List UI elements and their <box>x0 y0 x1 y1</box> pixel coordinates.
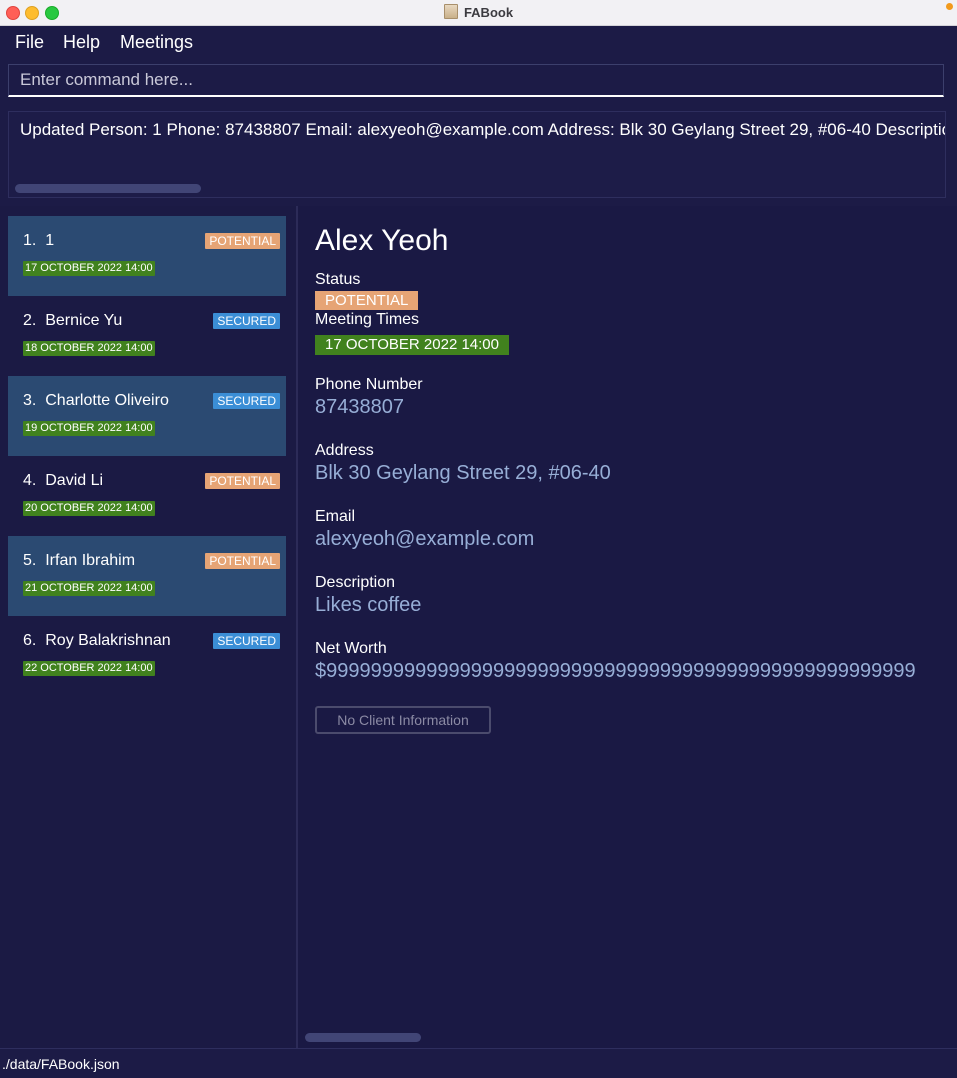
app-icon <box>443 4 458 19</box>
person-name-text: David Li <box>45 472 104 489</box>
status-bar: ./data/FABook.json <box>0 1048 957 1078</box>
recording-indicator-icon <box>946 3 953 10</box>
net-worth-value: $999999999999999999999999999999999999999… <box>315 660 916 682</box>
result-display: Updated Person: 1 Phone: 87438807 Email:… <box>8 111 946 198</box>
description-value: Likes coffee <box>315 594 422 616</box>
person-card[interactable]: 6. Roy Balakrishnan SECURED 22 OCTOBER 2… <box>8 616 286 696</box>
person-card[interactable]: 2. Bernice Yu SECURED 18 OCTOBER 2022 14… <box>8 296 286 376</box>
detail-horizontal-scrollbar[interactable] <box>305 1033 421 1042</box>
person-index: 4. <box>23 472 37 489</box>
meeting-times-label: Meeting Times <box>315 311 420 328</box>
person-name: 5. Irfan Ibrahim <box>23 552 135 570</box>
status-badge: POTENTIAL <box>205 233 280 249</box>
title-bar: FABook <box>0 0 957 26</box>
meeting-time-badge: 22 OCTOBER 2022 14:00 <box>23 661 155 676</box>
meeting-time-badge: 20 OCTOBER 2022 14:00 <box>23 501 155 516</box>
person-name: 2. Bernice Yu <box>23 312 122 330</box>
person-list-panel: 1. 1 POTENTIAL 17 OCTOBER 2022 14:00 2. … <box>0 206 298 1048</box>
person-card[interactable]: 5. Irfan Ibrahim POTENTIAL 21 OCTOBER 20… <box>8 536 286 616</box>
person-card[interactable]: 3. Charlotte Oliveiro SECURED 19 OCTOBER… <box>8 376 286 456</box>
detail-meeting-badge: 17 OCTOBER 2022 14:00 <box>315 335 509 355</box>
person-card[interactable]: 4. David Li POTENTIAL 20 OCTOBER 2022 14… <box>8 456 286 536</box>
person-index: 3. <box>23 392 37 409</box>
person-index: 2. <box>23 312 37 329</box>
meeting-time-badge: 17 OCTOBER 2022 14:00 <box>23 261 155 276</box>
person-name: 3. Charlotte Oliveiro <box>23 392 169 410</box>
person-card[interactable]: 1. 1 POTENTIAL 17 OCTOBER 2022 14:00 <box>8 216 286 296</box>
email-label: Email <box>315 508 356 525</box>
window-title: FABook <box>0 4 957 20</box>
address-value: Blk 30 Geylang Street 29, #06-40 <box>315 462 611 484</box>
status-badge: POTENTIAL <box>205 473 280 489</box>
status-badge: SECURED <box>213 633 280 649</box>
status-badge: POTENTIAL <box>205 553 280 569</box>
detail-name: Alex Yeoh <box>315 224 449 257</box>
description-label: Description <box>315 574 396 591</box>
phone-value: 87438807 <box>315 396 404 418</box>
detail-status-badge: POTENTIAL <box>315 291 419 310</box>
person-name-text: Charlotte Oliveiro <box>45 392 169 409</box>
result-text: Updated Person: 1 Phone: 87438807 Email:… <box>20 120 946 139</box>
status-badge: SECURED <box>213 313 280 329</box>
person-name: 1. 1 <box>23 232 54 250</box>
meeting-time-badge: 18 OCTOBER 2022 14:00 <box>23 341 155 356</box>
status-badge: SECURED <box>213 393 280 409</box>
data-file-path: ./data/FABook.json <box>2 1056 120 1072</box>
person-name-text: Bernice Yu <box>45 312 123 329</box>
person-name-text: Irfan Ibrahim <box>45 552 136 569</box>
window-title-text: FABook <box>463 5 514 20</box>
person-index: 6. <box>23 632 37 649</box>
person-detail-panel: Alex Yeoh Status POTENTIAL Meeting Times… <box>298 206 957 1048</box>
email-value: alexyeoh@example.com <box>315 528 535 550</box>
menu-bar: File Help Meetings <box>0 26 957 58</box>
menu-file[interactable]: File <box>15 32 44 53</box>
menu-meetings[interactable]: Meetings <box>120 32 193 53</box>
phone-label: Phone Number <box>315 376 423 393</box>
command-box <box>8 64 944 97</box>
person-name: 6. Roy Balakrishnan <box>23 632 171 650</box>
person-name-text: Roy Balakrishnan <box>45 632 171 649</box>
menu-help[interactable]: Help <box>63 32 100 53</box>
net-worth-label: Net Worth <box>315 640 387 657</box>
person-index: 5. <box>23 552 37 569</box>
client-information-button[interactable]: No Client Information <box>315 706 491 734</box>
person-index: 1. <box>23 232 37 249</box>
person-name: 4. David Li <box>23 472 103 490</box>
status-label: Status <box>315 271 361 288</box>
address-label: Address <box>315 442 374 459</box>
meeting-time-badge: 19 OCTOBER 2022 14:00 <box>23 421 155 436</box>
result-horizontal-scrollbar[interactable] <box>15 184 201 193</box>
person-name-text: 1 <box>45 232 55 249</box>
command-input[interactable] <box>9 65 943 95</box>
meeting-time-badge: 21 OCTOBER 2022 14:00 <box>23 581 155 596</box>
